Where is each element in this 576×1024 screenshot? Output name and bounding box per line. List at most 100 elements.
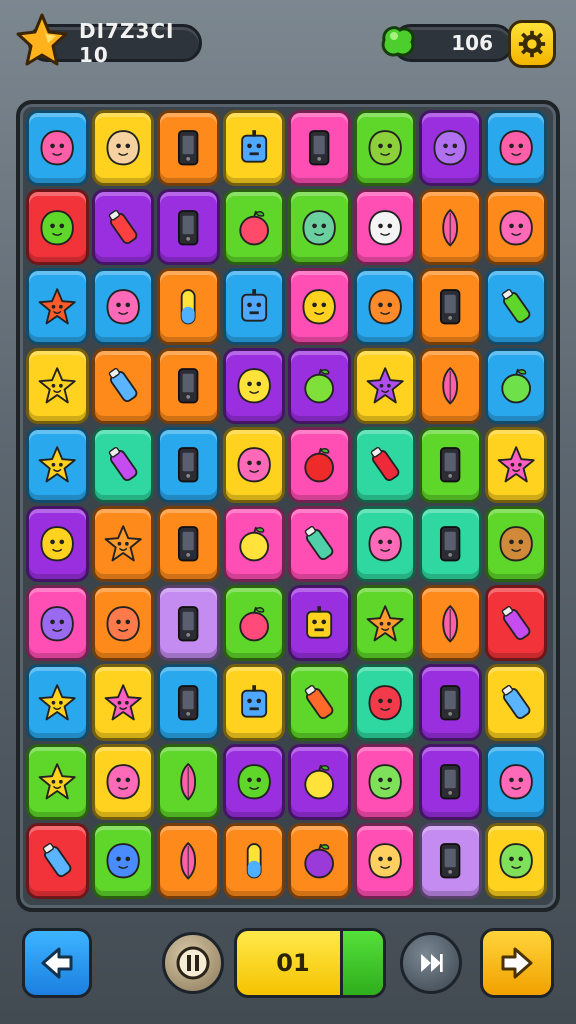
robot-face-icon [240,130,267,163]
tile-phone[interactable] [419,506,482,583]
tile-phone[interactable] [157,506,220,583]
tile-capsule[interactable] [157,268,220,345]
tile-phone[interactable] [419,426,482,503]
tile-lemon[interactable] [288,743,351,820]
tile-phone[interactable] [157,347,220,424]
tile-leaf[interactable] [419,585,482,662]
settings-button[interactable] [508,20,556,68]
tile-yellow-star[interactable] [26,347,89,424]
tile-lion-face[interactable] [353,822,416,899]
tile-pink-star[interactable] [484,426,547,503]
green-pepper-icon [501,288,530,323]
tile-blue-robot[interactable] [222,268,285,345]
tile-phone[interactable] [157,585,220,662]
jar-icon [304,526,334,561]
tile-phone[interactable] [419,822,482,899]
tile-yellow-bird[interactable] [222,347,285,424]
blue-robot-icon [240,288,267,322]
tile-pink-bird[interactable] [484,110,547,187]
tile-purple-bird[interactable] [26,585,89,662]
tile-red-apple[interactable] [288,426,351,503]
pause-button[interactable] [162,932,224,994]
back-button[interactable] [22,928,92,998]
tile-apple[interactable] [222,189,285,266]
ghost-icon [368,209,402,245]
tile-bird-hat[interactable] [91,585,154,662]
tile-crayon[interactable] [91,426,154,503]
tile-pretzel[interactable] [288,189,351,266]
tile-green-pepper[interactable] [484,268,547,345]
tile-bottle[interactable] [91,347,154,424]
tile-lime[interactable] [288,347,351,424]
tile-yellow-star[interactable] [26,743,89,820]
tile-orange-star[interactable] [353,585,416,662]
tile-pink-bird[interactable] [26,110,89,187]
tile-red-sock[interactable] [353,426,416,503]
tile-yellow-star[interactable] [26,664,89,741]
tile-bottle[interactable] [484,664,547,741]
tile-orange-ball[interactable] [353,268,416,345]
tile-lemon[interactable] [222,506,285,583]
tile-red-capsule[interactable] [91,189,154,266]
tile-red-blob[interactable] [353,664,416,741]
tile-leaf[interactable] [157,743,220,820]
tile-phone[interactable] [419,743,482,820]
tile-blue-robot[interactable] [222,664,285,741]
tile-orange-star[interactable] [91,506,154,583]
leaf-icon [442,366,459,405]
tile-purple-star[interactable] [353,347,416,424]
tile-phone[interactable] [157,110,220,187]
tile-brown-pig[interactable] [484,506,547,583]
tile-balloon[interactable] [222,585,285,662]
blue-monster-icon [106,843,140,879]
yellow-star-icon [38,683,76,721]
skip-button[interactable] [400,932,462,994]
tile-flame[interactable] [288,268,351,345]
tile-green-monster[interactable] [484,822,547,899]
tile-red-star[interactable] [26,268,89,345]
tile-pink-blob[interactable] [484,743,547,820]
tile-ghost[interactable] [353,189,416,266]
tile-pink-blob[interactable] [91,268,154,345]
tile-yellow-star[interactable] [26,426,89,503]
tile-monster-face[interactable] [353,110,416,187]
orange-star-icon [366,604,404,641]
tile-pink-blob[interactable] [91,743,154,820]
next-button[interactable] [480,928,554,998]
tile-cat-face[interactable] [91,110,154,187]
tile-phone[interactable] [157,189,220,266]
tile-bottle[interactable] [26,822,89,899]
tile-bunny[interactable] [419,110,482,187]
tile-phone[interactable] [288,110,351,187]
tile-pink-star[interactable] [91,664,154,741]
tile-yellow-blob[interactable] [26,506,89,583]
tile-leaf[interactable] [157,822,220,899]
carrot-icon [304,684,334,719]
tile-robot-face[interactable] [222,110,285,187]
tile-phone[interactable] [419,268,482,345]
tile-leaf[interactable] [419,347,482,424]
tile-jar[interactable] [288,506,351,583]
tile-pink-blob[interactable] [484,189,547,266]
tile-phone[interactable] [157,426,220,503]
tile-carrot[interactable] [288,664,351,741]
tile-phone[interactable] [157,664,220,741]
tile-pink-blob[interactable] [222,426,285,503]
yellow-star-icon [38,763,76,800]
tile-purple-gem[interactable] [484,585,547,662]
tile-green-blob[interactable] [26,189,89,266]
tile-plum[interactable] [288,822,351,899]
phone-icon [178,209,199,245]
red-apple-icon [304,447,335,483]
move-counter: 01 [234,928,386,998]
tile-blue-monster[interactable] [91,822,154,899]
tile-box-robot[interactable] [288,585,351,662]
tile-green-virus[interactable] [222,743,285,820]
tile-green-monster[interactable] [353,743,416,820]
tile-green-apple[interactable] [484,347,547,424]
tile-pink-blob[interactable] [353,506,416,583]
yellow-bird-icon [237,368,271,404]
tile-phone[interactable] [419,664,482,741]
tile-leaf[interactable] [419,189,482,266]
tile-capsule[interactable] [222,822,285,899]
